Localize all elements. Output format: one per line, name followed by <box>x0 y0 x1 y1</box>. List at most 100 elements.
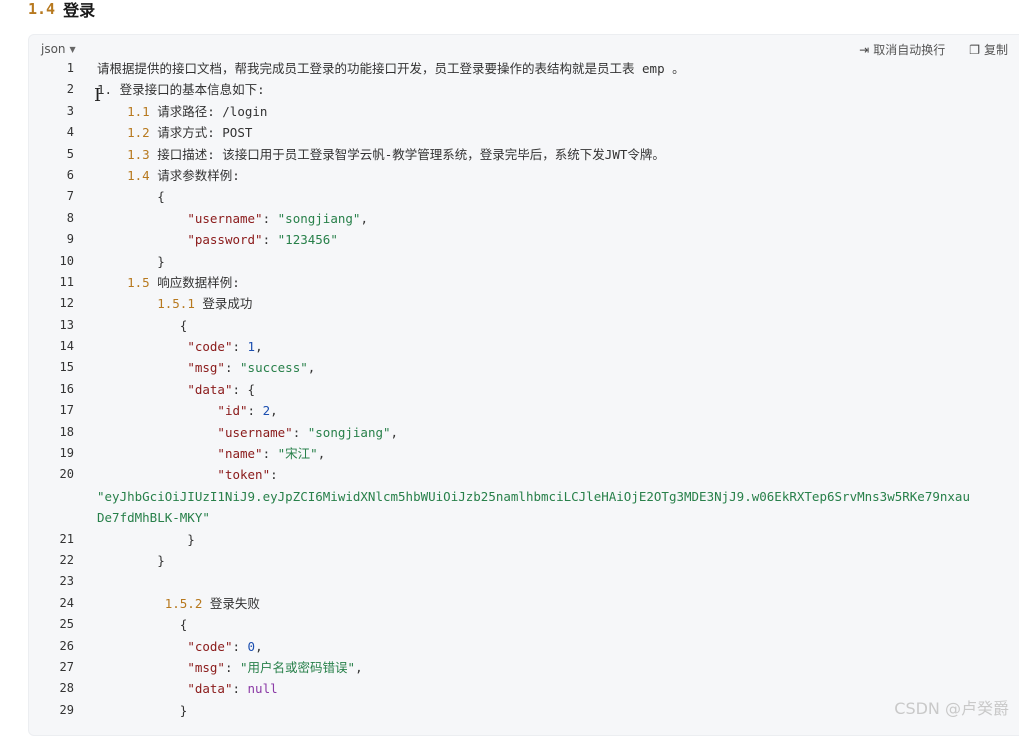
copy-label: 复制 <box>983 43 1008 57</box>
code-text: 1.4 请求参数样例: <box>127 167 240 183</box>
cancel-wrap-button[interactable]: ⇥ 取消自动换行 <box>859 41 945 58</box>
code-lines[interactable]: 1 请根据提供的接口文档，帮我完成员工登录的功能接口开发，员工登录要操作的表结构就… <box>29 58 1019 721</box>
code-text: 1.1 请求路径: /login <box>127 103 268 119</box>
line-number: 5 <box>66 146 74 161</box>
code-text: } <box>97 702 188 718</box>
code-text: 1.5.2 登录失败 <box>164 595 260 611</box>
code-text: 1.3 接口描述: 该接口用于员工登录智学云帆-教学管理系统，登录完毕后，系统下… <box>127 146 665 162</box>
code-text: "token": <box>217 467 278 483</box>
code-text: 1.2 请求方式: POST <box>127 125 253 141</box>
code-text: { <box>97 317 188 333</box>
code-text: "code": 1, <box>187 339 263 355</box>
code-line: 17 "id": 2, <box>29 400 1019 421</box>
line-number: 19 <box>59 446 74 461</box>
code-text: "password": "123456" <box>187 232 338 248</box>
code-line: 21 } <box>29 529 1019 550</box>
code-text: 请根据提供的接口文档，帮我完成员工登录的功能接口开发，员工登录要操作的表结构就是… <box>97 61 685 76</box>
line-number: 13 <box>59 317 74 332</box>
code-line: 8 "username": "songjiang", <box>29 208 1019 229</box>
line-number: 12 <box>59 296 74 311</box>
line-number: 15 <box>59 360 74 375</box>
code-text: 1.5.1 登录成功 <box>157 296 253 312</box>
code-line: 4 1.2 请求方式: POST <box>29 122 1019 143</box>
code-line: 22 } <box>29 550 1019 571</box>
line-number: 25 <box>59 617 74 632</box>
code-text: "username": "songjiang", <box>217 424 399 440</box>
cancel-wrap-label: 取消自动换行 <box>873 43 946 57</box>
code-line: 26 "code": 0, <box>29 636 1019 657</box>
chevron-down-icon: ▼ <box>69 44 76 54</box>
copy-button[interactable]: ❐ 复制 <box>969 41 1008 58</box>
line-number: 29 <box>59 702 74 717</box>
code-line: 2 1. 登录接口的基本信息如下: <box>29 79 1019 100</box>
line-number: 9 <box>66 232 74 247</box>
code-line: 7 { <box>29 186 1019 207</box>
code-line: 25 { <box>29 614 1019 635</box>
code-text: "data": { <box>187 381 256 397</box>
code-text: "username": "songjiang", <box>187 210 368 226</box>
line-number: 10 <box>59 253 74 268</box>
code-line: 29 } <box>29 700 1019 721</box>
code-line: De7fdMhBLK-MKY" <box>29 507 1019 528</box>
code-line: 12 1.5.1 登录成功 <box>29 293 1019 314</box>
line-number: 8 <box>66 210 74 225</box>
section-heading: 1.4 登录 <box>28 0 95 23</box>
code-text: De7fdMhBLK-MKY" <box>97 510 210 526</box>
line-number: 14 <box>59 339 74 354</box>
code-line: 23 <box>29 571 1019 592</box>
line-number: 23 <box>59 574 74 589</box>
section-title: 登录 <box>63 1 96 20</box>
copy-icon: ❐ <box>969 42 980 57</box>
code-text: } <box>97 253 165 269</box>
code-line: 15 "msg": "success", <box>29 357 1019 378</box>
line-number: 22 <box>59 552 74 567</box>
code-line: 13 { <box>29 315 1019 336</box>
code-line: 6 1.4 请求参数样例: <box>29 165 1019 186</box>
line-number: 11 <box>59 274 74 289</box>
code-line: 5 1.3 接口描述: 该接口用于员工登录智学云帆-教学管理系统，登录完毕后，系… <box>29 144 1019 165</box>
language-selector[interactable]: json ▼ <box>41 42 76 56</box>
code-text: 1. 登录接口的基本信息如下: <box>97 82 265 98</box>
line-number: 2 <box>66 82 74 97</box>
code-line: 27 "msg": "用户名或密码错误", <box>29 657 1019 678</box>
code-line: 28 "data": null <box>29 678 1019 699</box>
line-number: 21 <box>59 531 74 546</box>
code-line: 11 1.5 响应数据样例: <box>29 272 1019 293</box>
line-number: 7 <box>66 189 74 204</box>
code-text: "msg": "success", <box>187 360 316 376</box>
code-text: { <box>97 189 165 205</box>
code-text: "data": null <box>187 681 278 697</box>
line-number: 17 <box>59 403 74 418</box>
line-number: 26 <box>59 638 74 653</box>
language-label: json <box>41 42 66 56</box>
line-number: 6 <box>66 167 74 182</box>
code-text: } <box>97 552 165 568</box>
code-line: 14 "code": 1, <box>29 336 1019 357</box>
line-number: 16 <box>59 381 74 396</box>
line-number: 18 <box>59 424 74 439</box>
line-number: 1 <box>66 61 74 75</box>
code-line: 18 "username": "songjiang", <box>29 422 1019 443</box>
code-line: 10 } <box>29 251 1019 272</box>
code-text: "code": 0, <box>187 638 263 654</box>
line-number: 24 <box>59 595 74 610</box>
code-line: 20 "token": <box>29 464 1019 485</box>
code-tools: ⇥ 取消自动换行 ❐ 复制 <box>859 41 1008 58</box>
code-line: 19 "name": "宋江", <box>29 443 1019 464</box>
code-line: 16 "data": { <box>29 379 1019 400</box>
line-number: 28 <box>59 681 74 696</box>
line-number: 20 <box>59 467 74 482</box>
code-block: json ▼ ⇥ 取消自动换行 ❐ 复制 1 请根据提供的接口文档，帮我完成员工登… <box>28 34 1019 736</box>
code-line: 24 1.5.2 登录失败 <box>29 593 1019 614</box>
wrap-icon: ⇥ <box>859 42 870 57</box>
code-text: 1.5 响应数据样例: <box>127 274 240 290</box>
section-number: 1.4 <box>28 0 56 18</box>
code-text: "id": 2, <box>217 403 278 419</box>
watermark: CSDN @卢癸爵 <box>894 699 1009 718</box>
code-text: } <box>97 531 195 547</box>
code-line: 9 "password": "123456" <box>29 229 1019 250</box>
code-line: 3 1.1 请求路径: /login <box>29 101 1019 122</box>
code-text: "eyJhbGciOiJIUzI1NiJ9.eyJpZCI6MiwidXNlcm… <box>97 488 970 504</box>
line-number: 3 <box>66 103 74 118</box>
code-text: "name": "宋江", <box>217 446 326 462</box>
